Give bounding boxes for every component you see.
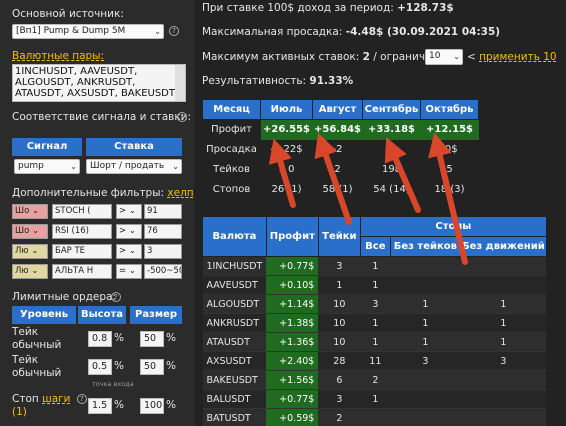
arrow [384, 136, 421, 213]
arrow [314, 132, 352, 225]
annotation-arrows [268, 132, 468, 265]
arrow [268, 138, 296, 208]
arrow [428, 132, 468, 265]
